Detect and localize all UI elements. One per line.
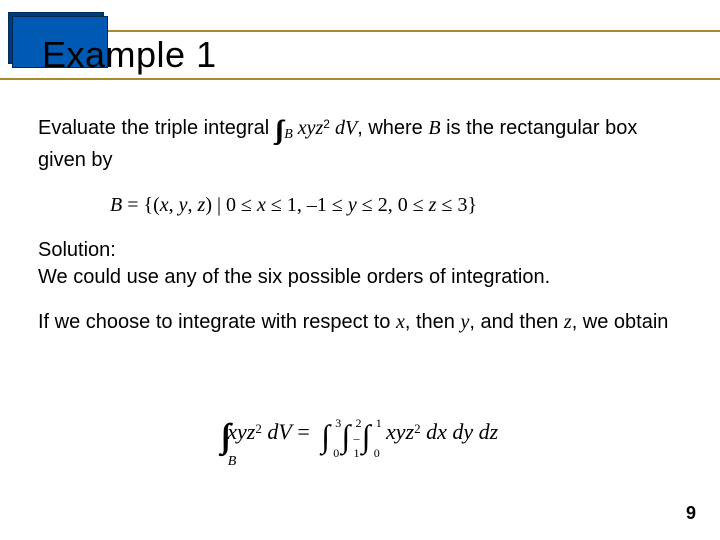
paragraph-1: Evaluate the triple integral ∫∫∫ B xyz2 d…: [38, 112, 682, 174]
differentials: dx dy dz: [421, 419, 499, 444]
lower-limit: 0: [333, 446, 339, 461]
paragraph-4: If we choose to integrate with respect t…: [38, 309, 682, 336]
triple-integral-symbol: ∫∫∫: [275, 112, 278, 147]
text: , we obtain: [572, 311, 669, 333]
var: x: [396, 311, 405, 333]
middle-integral: ∫ –1 2: [342, 418, 351, 455]
integral-symbol: ∫: [321, 418, 330, 455]
text: ,: [169, 194, 179, 216]
title-rule-bottom: [0, 78, 720, 80]
text: ≤ 1, –1 ≤: [266, 194, 348, 216]
integral-subscript: B: [228, 454, 237, 470]
integrand: xyz: [293, 117, 324, 139]
page-number: 9: [686, 503, 696, 524]
upper-limit: 3: [335, 416, 341, 431]
region-definition: B = {(x, y, z) | 0 ≤ x ≤ 1, –1 ≤ y ≤ 2, …: [110, 192, 682, 219]
exponent: 2: [323, 117, 330, 131]
inner-integral: ∫ 0 1: [362, 418, 371, 455]
var: z: [564, 311, 572, 333]
text: = {(: [122, 194, 160, 216]
slide-body: Evaluate the triple integral ∫∫∫B xyz2 d…: [38, 112, 682, 354]
text: ) | 0 ≤: [205, 194, 257, 216]
text: , and then: [469, 311, 564, 333]
var: y: [179, 194, 188, 216]
differential: dV: [330, 117, 357, 139]
text: Evaluate the triple integral: [38, 117, 275, 139]
solution-block: Solution: We could use any of the six po…: [38, 237, 682, 291]
paragraph-3: We could use any of the six possible ord…: [38, 266, 550, 288]
text: ≤ 2, 0 ≤: [357, 194, 429, 216]
text: ≤ 3}: [436, 194, 477, 216]
text: , where: [357, 117, 428, 139]
upper-limit: 1: [376, 416, 382, 431]
equals: =: [297, 419, 315, 444]
integrand: xyz: [386, 419, 414, 444]
integral-symbol: ∫: [362, 418, 371, 455]
integrand: xyz: [227, 419, 255, 444]
text: If we choose to integrate with respect t…: [38, 311, 396, 333]
solution-label: Solution:: [38, 239, 116, 261]
slide-title: Example 1: [36, 32, 223, 78]
var: y: [348, 194, 357, 216]
var: x: [257, 194, 266, 216]
lower-limit: –1: [354, 431, 360, 461]
outer-integral: ∫ 0 3: [321, 418, 330, 455]
text: ,: [188, 194, 198, 216]
var: x: [160, 194, 169, 216]
region-name: B: [428, 117, 440, 139]
text: , then: [405, 311, 461, 333]
differential: dV: [262, 419, 292, 444]
integral-subscript: B: [284, 127, 293, 142]
lower-limit: 0: [374, 446, 380, 461]
upper-limit: 2: [356, 416, 362, 431]
display-equation: ∫∫∫ B xyz2 dV = ∫ 0 3 ∫ –1 2 ∫ 0 1 xyz2 …: [0, 418, 720, 456]
var: B: [110, 194, 122, 216]
integral-symbol: ∫: [342, 418, 351, 455]
